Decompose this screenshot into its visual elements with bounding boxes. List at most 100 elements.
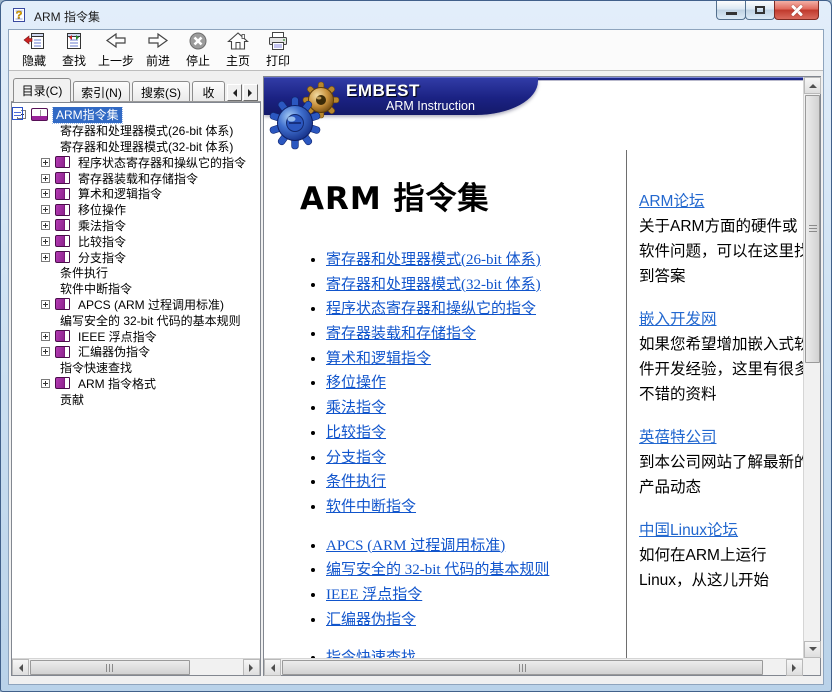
expand-plus-icon[interactable] [41, 189, 50, 198]
home-button[interactable]: 主页 [218, 31, 258, 69]
tree-item[interactable]: 条件执行 [12, 265, 260, 281]
topic-link[interactable]: APCS (ARM 过程调用标准) [326, 538, 505, 554]
tree-item-label: 乘法指令 [75, 217, 129, 234]
tree-item[interactable]: 寄存器和处理器模式(26-bit 体系) [12, 123, 260, 139]
help-file-icon: ? [11, 7, 27, 23]
content-vertical-scrollbar[interactable] [803, 77, 820, 658]
tree-item[interactable]: 程序状态寄存器和操纵它的指令 [12, 154, 260, 170]
svg-text:?: ? [16, 10, 23, 22]
expand-plus-icon[interactable] [41, 253, 50, 262]
print-button[interactable]: 打印 [258, 31, 298, 69]
expand-plus-icon[interactable] [41, 332, 50, 341]
tree-item-label: 软件中断指令 [57, 280, 135, 297]
topic-link[interactable]: 条件执行 [326, 474, 386, 490]
book-icon [55, 204, 70, 216]
topic-link[interactable]: 分支指令 [326, 450, 386, 466]
stop-icon [186, 31, 210, 51]
expand-plus-icon[interactable] [41, 379, 50, 388]
hide-button[interactable]: 隐藏 [14, 31, 54, 69]
topic-link[interactable]: IEEE 浮点指令 [326, 587, 422, 603]
minimize-button[interactable] [716, 1, 746, 20]
expand-plus-icon[interactable] [41, 347, 50, 356]
tree-item[interactable]: 指令快速查找 [12, 360, 260, 376]
topic-link[interactable]: 算术和逻辑指令 [326, 351, 431, 367]
expand-plus-icon[interactable] [41, 300, 50, 309]
expand-plus-icon[interactable] [41, 237, 50, 246]
tree-item[interactable]: 乘法指令 [12, 218, 260, 234]
expand-plus-icon[interactable] [41, 174, 50, 183]
scroll-up-button[interactable] [804, 77, 821, 94]
topic-link[interactable]: 寄存器和处理器模式(26-bit 体系) [326, 252, 541, 268]
external-link[interactable]: 中国Linux论坛 [639, 518, 738, 543]
tree-item[interactable]: 寄存器装载和存储指令 [12, 170, 260, 186]
tab-label: 索引(N) [81, 84, 122, 101]
expand-plus-icon[interactable] [41, 221, 50, 230]
maximize-button[interactable] [745, 1, 775, 20]
topic-link[interactable]: 指令快速查找 [326, 650, 416, 658]
tree-item-label: 贡献 [57, 391, 87, 408]
topic-link[interactable]: 比较指令 [326, 425, 386, 441]
tree-item-label: 比较指令 [75, 233, 129, 250]
tree-item[interactable]: 软件中断指令 [12, 281, 260, 297]
tree-item[interactable]: 移位操作 [12, 202, 260, 218]
expand-plus-icon[interactable] [41, 158, 50, 167]
tree-horizontal-scrollbar[interactable] [12, 658, 260, 675]
tree-item[interactable]: 分支指令 [12, 249, 260, 265]
topic-link[interactable]: 软件中断指令 [326, 499, 416, 515]
title-bar[interactable]: ? ARM 指令集 [1, 1, 831, 29]
scrollbar-thumb[interactable] [805, 95, 820, 363]
tree-item[interactable]: IEEE 浮点指令 [12, 328, 260, 344]
topic-link[interactable]: 移位操作 [326, 375, 386, 391]
expand-plus-icon[interactable] [41, 205, 50, 214]
tab-contents[interactable]: 目录(C) [13, 78, 71, 102]
tree-item[interactable]: 寄存器和处理器模式(32-bit 体系) [12, 139, 260, 155]
scrollbar-thumb[interactable] [30, 660, 190, 675]
topic-link[interactable]: 乘法指令 [326, 400, 386, 416]
tree-rows: ARM指令集 寄存器和处理器模式(26-bit 体系) 寄存器和处理器模式(32… [12, 107, 260, 658]
tab-index[interactable]: 索引(N) [73, 81, 130, 102]
tree-item[interactable]: 贡献 [12, 391, 260, 407]
link-description: 如何在ARM上运行 Linux，从这儿开始 [639, 543, 803, 593]
tree-item[interactable]: 编写安全的 32-bit 代码的基本规则 [12, 312, 260, 328]
scroll-down-button[interactable] [804, 641, 821, 658]
tree-item[interactable]: 算术和逻辑指令 [12, 186, 260, 202]
external-link[interactable]: ARM论坛 [639, 189, 704, 214]
tab-favorites[interactable]: 收 [192, 81, 225, 102]
topic-link[interactable]: 寄存器装载和存储指令 [326, 326, 476, 342]
chevron-left-icon [229, 89, 237, 97]
topic-link[interactable]: 寄存器和处理器模式(32-bit 体系) [326, 277, 541, 293]
scrollbar-thumb[interactable] [282, 660, 763, 675]
tab-scroll-right-button[interactable] [243, 84, 258, 101]
chevron-right-icon [248, 89, 256, 97]
column-divider [626, 150, 627, 658]
tree-item[interactable]: ARM 指令格式 [12, 376, 260, 392]
triangle-right-icon [792, 664, 800, 672]
external-link[interactable]: 嵌入开发网 [639, 307, 717, 332]
triangle-down-icon [809, 647, 817, 655]
tree-item[interactable]: 比较指令 [12, 233, 260, 249]
scroll-left-button[interactable] [264, 659, 281, 676]
topic-link[interactable]: 汇编器伪指令 [326, 612, 416, 628]
content-horizontal-scrollbar[interactable] [264, 658, 803, 675]
stop-button[interactable]: 停止 [178, 31, 218, 69]
tree-item[interactable]: ARM指令集 [12, 107, 260, 123]
tree-item[interactable]: 汇编器伪指令 [12, 344, 260, 360]
tab-search[interactable]: 搜索(S) [132, 81, 190, 102]
close-button[interactable] [774, 1, 819, 20]
toolbar: 隐藏 查找 [9, 30, 823, 71]
forward-button[interactable]: 前进 [138, 31, 178, 69]
external-link[interactable]: 英蓓特公司 [639, 425, 717, 450]
back-button[interactable]: 上一步 [94, 31, 138, 69]
topic-link[interactable]: 程序状态寄存器和操纵它的指令 [326, 301, 536, 317]
scroll-right-button[interactable] [243, 659, 260, 676]
scroll-left-button[interactable] [12, 659, 29, 676]
navigation-pane: 目录(C) 索引(N) 搜索(S) 收 ARM指令集 寄存器和处理器模式(26-… [11, 76, 261, 676]
book-icon [55, 298, 70, 310]
tree-item[interactable]: APCS (ARM 过程调用标准) [12, 297, 260, 313]
scroll-right-button[interactable] [786, 659, 803, 676]
book-icon [55, 156, 70, 168]
link-description: 关于ARM方面的硬件或软件问题，可以在这里找到答案 [639, 214, 803, 289]
topic-link[interactable]: 编写安全的 32-bit 代码的基本规则 [326, 562, 549, 578]
tab-scroll-left-button[interactable] [227, 84, 242, 101]
find-button[interactable]: 查找 [54, 31, 94, 69]
